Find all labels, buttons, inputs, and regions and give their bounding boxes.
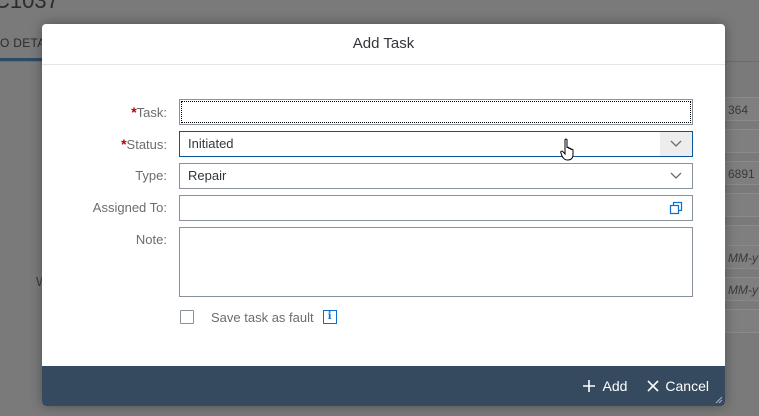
close-icon — [647, 380, 659, 392]
type-label: Type: — [135, 168, 167, 183]
type-select[interactable]: Repair — [179, 163, 693, 189]
cancel-button-label: Cancel — [665, 378, 709, 394]
resize-handle-icon[interactable] — [715, 396, 723, 404]
chevron-down-icon — [670, 172, 682, 179]
save-as-fault-label: Save task as fault — [211, 309, 314, 325]
dialog-title: Add Task — [42, 24, 725, 65]
add-button[interactable]: Add — [578, 370, 631, 402]
status-value: Initiated — [188, 136, 234, 151]
background-date-field: MM-y — [725, 245, 759, 269]
hand-cursor-icon — [560, 138, 574, 161]
add-button-label: Add — [602, 378, 628, 394]
assigned-to-value-help-button[interactable] — [660, 196, 692, 220]
background-date-field: MM-y — [725, 277, 759, 301]
dialog-footer: Add Cancel — [42, 366, 725, 406]
value-help-icon — [669, 201, 683, 215]
background-field — [725, 193, 759, 217]
chevron-down-icon — [670, 140, 682, 147]
status-dropdown-button[interactable] — [660, 132, 692, 156]
status-row: *Status: Initiated — [42, 131, 725, 157]
save-as-fault-checkbox[interactable] — [180, 310, 194, 324]
task-row: *Task: — [42, 99, 725, 125]
save-as-fault-row: Save task as fault i — [180, 307, 337, 327]
add-task-dialog: Add Task *Task: *Status: Initiated Type:… — [42, 24, 725, 406]
type-row: Type: Repair — [42, 163, 725, 189]
cancel-button[interactable]: Cancel — [643, 370, 713, 402]
task-label-text: Task: — [136, 105, 167, 120]
background-tab: O DETA — [0, 36, 46, 50]
task-input[interactable] — [179, 99, 693, 125]
background-field — [725, 129, 759, 153]
plus-icon — [583, 380, 596, 392]
background-field: 364 — [725, 97, 759, 121]
background-field — [725, 309, 759, 333]
assigned-to-row: Assigned To: — [42, 195, 725, 221]
background-page-title: C1037 — [0, 0, 59, 13]
task-label: *Task: — [131, 99, 167, 125]
note-textarea[interactable] — [179, 227, 693, 297]
status-select[interactable]: Initiated — [179, 131, 693, 157]
assigned-to-label: Assigned To: — [92, 200, 167, 215]
background-field: 6891 — [725, 161, 759, 185]
assigned-to-input[interactable] — [179, 195, 693, 221]
type-value: Repair — [188, 168, 227, 183]
status-label-text: Status: — [126, 137, 167, 152]
note-label: Note: — [135, 232, 167, 247]
type-dropdown-button[interactable] — [660, 164, 692, 188]
info-icon[interactable]: i — [322, 310, 337, 324]
status-label: *Status: — [121, 131, 167, 157]
